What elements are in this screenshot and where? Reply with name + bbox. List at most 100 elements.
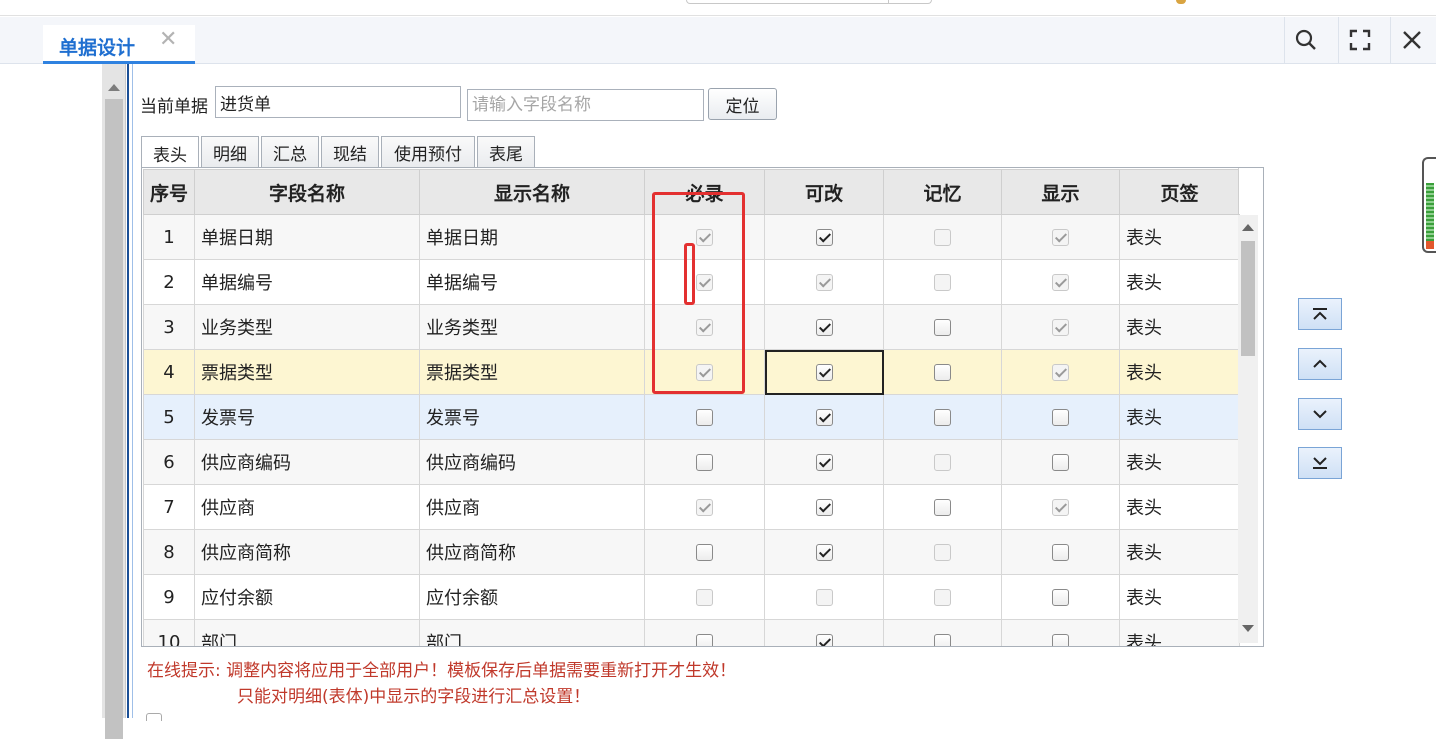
table-row[interactable]: 2 单据编号 单据编号 表头 — [143, 259, 1240, 305]
table-row[interactable]: 9 应付余额 应付余额 表头 — [143, 574, 1240, 620]
table-row[interactable]: 5 发票号 发票号 表头 — [143, 394, 1240, 440]
editable-checkbox[interactable] — [815, 634, 833, 646]
required-checkbox[interactable] — [696, 454, 713, 471]
cell-field-name[interactable]: 应付余额 — [194, 574, 420, 620]
editable-checkbox[interactable] — [815, 499, 833, 516]
move-bottom-button[interactable] — [1298, 447, 1342, 479]
cell-display-name[interactable]: 供应商编码 — [419, 439, 645, 485]
col-header-page[interactable]: 页签 — [1119, 169, 1240, 215]
editable-checkbox[interactable] — [815, 319, 833, 336]
cell-editable[interactable] — [764, 439, 884, 485]
cell-field-name[interactable]: 部门 — [194, 619, 420, 646]
editable-checkbox[interactable] — [815, 544, 833, 561]
cell-no[interactable]: 8 — [143, 529, 195, 575]
memory-checkbox[interactable] — [934, 499, 951, 516]
cell-memory[interactable] — [883, 484, 1002, 530]
visible-checkbox[interactable] — [1052, 454, 1069, 471]
cell-field-name[interactable]: 票据类型 — [194, 349, 420, 395]
cell-memory[interactable] — [883, 349, 1002, 395]
field-search-input[interactable] — [467, 89, 704, 121]
editable-checkbox[interactable] — [815, 229, 833, 246]
table-row[interactable]: 6 供应商编码 供应商编码 表头 — [143, 439, 1240, 485]
cell-field-name[interactable]: 供应商 — [194, 484, 420, 530]
memory-checkbox[interactable] — [934, 364, 951, 381]
cell-field-name[interactable]: 单据日期 — [194, 214, 420, 260]
tab-bill-design[interactable]: 单据设计 ✕ — [43, 25, 195, 64]
cell-memory[interactable] — [883, 214, 1002, 260]
cell-visible[interactable] — [1001, 484, 1120, 530]
cell-display-name[interactable]: 票据类型 — [419, 349, 645, 395]
cell-field-name[interactable]: 业务类型 — [194, 304, 420, 350]
cell-field-name[interactable]: 供应商编码 — [194, 439, 420, 485]
tab-detail[interactable]: 明细 — [201, 136, 259, 168]
cell-page-tab[interactable]: 表头 — [1119, 349, 1240, 395]
cell-visible[interactable] — [1001, 529, 1120, 575]
visible-checkbox[interactable] — [1052, 634, 1069, 646]
memory-checkbox[interactable] — [934, 319, 951, 336]
search-button[interactable] — [1284, 17, 1326, 63]
cell-page-tab[interactable]: 表头 — [1119, 214, 1240, 260]
required-checkbox[interactable] — [696, 544, 713, 561]
cell-memory[interactable] — [883, 304, 1002, 350]
table-row[interactable]: 1 单据日期 单据日期 表头 — [143, 214, 1240, 260]
cell-memory[interactable] — [883, 574, 1002, 620]
grid-scroll-thumb[interactable] — [1241, 241, 1255, 356]
cell-display-name[interactable]: 单据编号 — [419, 259, 645, 305]
editable-checkbox[interactable] — [815, 454, 833, 471]
col-header-memory[interactable]: 记忆 — [883, 169, 1002, 215]
tab-close-icon[interactable]: ✕ — [159, 29, 177, 51]
side-widget[interactable] — [1422, 157, 1436, 253]
cell-required[interactable] — [644, 214, 765, 260]
col-header-no[interactable]: 序号 — [143, 169, 195, 215]
cell-memory[interactable] — [883, 619, 1002, 646]
cell-no[interactable]: 4 — [143, 349, 195, 395]
cell-visible[interactable] — [1001, 394, 1120, 440]
cell-display-name[interactable]: 发票号 — [419, 394, 645, 440]
cell-page-tab[interactable]: 表头 — [1119, 394, 1240, 440]
tab-use-prepay[interactable]: 使用预付 — [381, 136, 475, 168]
cell-required[interactable] — [644, 439, 765, 485]
scroll-up-arrow-icon[interactable] — [108, 84, 120, 91]
left-scroll-thumb[interactable] — [105, 99, 123, 739]
cell-visible[interactable] — [1001, 619, 1120, 646]
tab-header[interactable]: 表头 — [141, 136, 199, 169]
grid-scroll-down-icon[interactable] — [1242, 625, 1254, 632]
cell-editable[interactable] — [764, 574, 884, 620]
col-header-visible[interactable]: 显示 — [1001, 169, 1120, 215]
cell-required[interactable] — [644, 349, 765, 395]
cell-memory[interactable] — [883, 529, 1002, 575]
cell-no[interactable]: 9 — [143, 574, 195, 620]
cell-page-tab[interactable]: 表头 — [1119, 574, 1240, 620]
editable-checkbox[interactable] — [815, 409, 833, 426]
cell-editable[interactable] — [764, 214, 884, 260]
cell-editable[interactable] — [764, 304, 884, 350]
table-row[interactable]: 3 业务类型 业务类型 表头 — [143, 304, 1240, 350]
tab-summary[interactable]: 汇总 — [261, 136, 319, 168]
cell-visible[interactable] — [1001, 439, 1120, 485]
cell-editable[interactable] — [764, 394, 884, 440]
bottom-checkbox[interactable] — [146, 713, 162, 721]
left-scrollbar[interactable] — [102, 64, 126, 739]
visible-checkbox[interactable] — [1052, 409, 1069, 426]
cell-page-tab[interactable]: 表头 — [1119, 259, 1240, 305]
locate-button[interactable]: 定位 — [708, 88, 777, 120]
cell-editable[interactable] — [764, 484, 884, 530]
visible-checkbox[interactable] — [1052, 589, 1069, 606]
editable-checkbox[interactable] — [815, 364, 833, 381]
tab-footer[interactable]: 表尾 — [477, 136, 535, 168]
col-header-display[interactable]: 显示名称 — [419, 169, 645, 215]
cell-no[interactable]: 6 — [143, 439, 195, 485]
cell-editable[interactable] — [764, 259, 884, 305]
cell-required[interactable] — [644, 394, 765, 440]
cell-page-tab[interactable]: 表头 — [1119, 529, 1240, 575]
cell-editable[interactable] — [764, 349, 884, 395]
cell-page-tab[interactable]: 表头 — [1119, 439, 1240, 485]
panel-splitter[interactable] — [127, 64, 133, 718]
cell-editable[interactable] — [764, 529, 884, 575]
cell-field-name[interactable]: 单据编号 — [194, 259, 420, 305]
table-row[interactable]: 4 票据类型 票据类型 表头 — [143, 349, 1240, 395]
cell-no[interactable]: 1 — [143, 214, 195, 260]
col-header-required[interactable]: 必录 — [644, 169, 765, 215]
table-row[interactable]: 10 部门 部门 表头 — [143, 619, 1240, 646]
cell-display-name[interactable]: 应付余额 — [419, 574, 645, 620]
